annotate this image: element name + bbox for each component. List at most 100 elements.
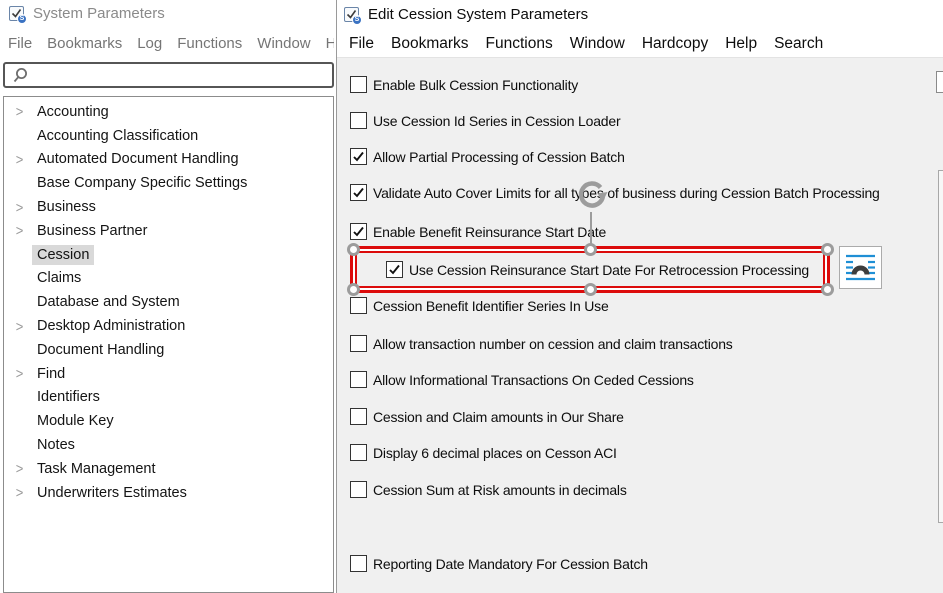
- annotation-handle[interactable]: [347, 243, 360, 256]
- right-menu-bookmarks[interactable]: Bookmarks: [391, 33, 469, 55]
- annotation-handle[interactable]: [821, 243, 834, 256]
- tree-item-label[interactable]: Accounting Classification: [32, 126, 203, 146]
- wrap-text-arch-icon: [845, 252, 876, 283]
- checkbox-label: Enable Bulk Cession Functionality: [373, 76, 578, 94]
- checkbox-checked[interactable]: [350, 184, 367, 201]
- left-menu-file[interactable]: File: [8, 34, 32, 54]
- checkbox-unchecked[interactable]: [350, 112, 367, 129]
- tree-item-desktop-administration[interactable]: > Desktop Administration: [4, 314, 333, 338]
- tree-item-label[interactable]: Business: [32, 197, 101, 217]
- tree-item-accounting[interactable]: > Accounting: [4, 100, 333, 124]
- checkbox-label: Allow Partial Processing of Cession Batc…: [373, 148, 625, 166]
- chevron-right-icon[interactable]: >: [12, 460, 27, 477]
- rotate-handle-icon[interactable]: [574, 179, 608, 213]
- chevron-right-icon[interactable]: >: [12, 151, 27, 168]
- app-badge-icon: S: [352, 15, 362, 25]
- system-parameters-window: S System Parameters File Bookmarks Log Func…: [0, 0, 336, 593]
- chevron-right-icon[interactable]: >: [12, 198, 27, 215]
- tree-item-notes[interactable]: Notes: [4, 433, 333, 457]
- search-icon: [11, 66, 29, 85]
- checkbox-label: Cession Benefit Identifier Series In Use: [373, 297, 609, 315]
- tree-item-module-key[interactable]: Module Key: [4, 409, 333, 433]
- tree-item-identifiers[interactable]: Identifiers: [4, 386, 333, 410]
- tree-item-task-management[interactable]: > Task Management: [4, 457, 333, 481]
- chevron-right-icon[interactable]: >: [12, 365, 27, 382]
- tree-item-label[interactable]: Module Key: [32, 411, 119, 431]
- search-box[interactable]: [3, 62, 334, 88]
- annotation-handle[interactable]: [584, 283, 597, 296]
- checkbox-unchecked[interactable]: [350, 444, 367, 461]
- tree-item-automated-document-handling[interactable]: > Automated Document Handling: [4, 148, 333, 172]
- checkbox-checked[interactable]: [350, 148, 367, 165]
- system-parameters-icon: S: [9, 6, 24, 21]
- left-menu-window[interactable]: Window: [257, 34, 310, 54]
- tree-item-label[interactable]: Business Partner: [32, 221, 152, 241]
- tree-item-underwriters-estimates[interactable]: > Underwriters Estimates: [4, 481, 333, 505]
- right-menu-search[interactable]: Search: [774, 33, 823, 55]
- tree-item-business[interactable]: > Business: [4, 195, 333, 219]
- chevron-right-icon[interactable]: >: [12, 103, 27, 120]
- left-menu-log[interactable]: Log: [137, 34, 162, 54]
- checkbox-unchecked[interactable]: [350, 555, 367, 572]
- right-menu-functions[interactable]: Functions: [486, 33, 553, 55]
- tree-item-label[interactable]: Database and System: [32, 292, 185, 312]
- search-input[interactable]: [29, 64, 332, 86]
- tree-item-label[interactable]: Claims: [32, 268, 86, 288]
- left-menu-hardcopy[interactable]: Hardcopy: [326, 34, 334, 54]
- tree-item-label[interactable]: Cession: [32, 245, 94, 265]
- tree-item-label[interactable]: Identifiers: [32, 387, 105, 407]
- checkbox-row-reporting-date-mandatory-for-cession-batch: Reporting Date Mandatory For Cession Bat…: [350, 555, 648, 573]
- checkbox-unchecked[interactable]: [350, 481, 367, 498]
- right-window-titlebar: S Edit Cession System Parameters: [344, 0, 943, 28]
- checkbox-label: Reporting Date Mandatory For Cession Bat…: [373, 555, 648, 573]
- tree-item-label[interactable]: Notes: [32, 435, 80, 455]
- tree-item-business-partner[interactable]: > Business Partner: [4, 219, 333, 243]
- checkbox-row-validate-auto-cover-limits-for-all-types-of-business-during-cession-batch-processing: Validate Auto Cover Limits for all types…: [350, 184, 880, 202]
- annotation-handle[interactable]: [347, 283, 360, 296]
- checkbox-row-allow-partial-processing-of-cession-batch: Allow Partial Processing of Cession Batc…: [350, 148, 625, 166]
- annotation-handle[interactable]: [584, 243, 597, 256]
- chevron-right-icon[interactable]: >: [12, 484, 27, 501]
- annotation-handle[interactable]: [821, 283, 834, 296]
- system-parameters-icon: S: [344, 7, 359, 22]
- tree-item-label[interactable]: Document Handling: [32, 340, 169, 360]
- clipped-checkbox[interactable]: [936, 71, 943, 93]
- checkbox-row-allow-transaction-number-on-cession-and-claim-transactions: Allow transaction number on cession and …: [350, 335, 733, 353]
- checkbox-unchecked[interactable]: [350, 76, 367, 93]
- checkbox-row-allow-informational-transactions-on-ceded-cessions: Allow Informational Transactions On Cede…: [350, 371, 694, 389]
- checkbox-unchecked[interactable]: [350, 408, 367, 425]
- checkbox-unchecked[interactable]: [350, 371, 367, 388]
- checkbox-label: Enable Benefit Reinsurance Start Date: [373, 223, 606, 241]
- tree-item-label[interactable]: Underwriters Estimates: [32, 483, 192, 503]
- checkbox-label: Validate Auto Cover Limits for all types…: [373, 184, 880, 202]
- left-menu-bookmarks[interactable]: Bookmarks: [47, 34, 122, 54]
- right-menu-hardcopy[interactable]: Hardcopy: [642, 33, 708, 55]
- checkbox-label: Cession and Claim amounts in Our Share: [373, 408, 624, 426]
- tree-item-find[interactable]: > Find: [4, 362, 333, 386]
- left-window-title: System Parameters: [33, 5, 165, 22]
- checkbox-unchecked[interactable]: [350, 335, 367, 352]
- chevron-right-icon[interactable]: >: [12, 317, 27, 334]
- tree-item-cession[interactable]: Cession: [4, 243, 333, 267]
- tree-item-database-and-system[interactable]: Database and System: [4, 290, 333, 314]
- tree-item-label[interactable]: Desktop Administration: [32, 316, 190, 336]
- tree-item-base-company-specific-settings[interactable]: Base Company Specific Settings: [4, 171, 333, 195]
- right-menu-window[interactable]: Window: [570, 33, 625, 55]
- tree-item-label[interactable]: Task Management: [32, 459, 160, 479]
- tree-item-label[interactable]: Accounting: [32, 102, 114, 122]
- checkbox-checked[interactable]: [350, 223, 367, 240]
- right-menu-help[interactable]: Help: [725, 33, 757, 55]
- tree-item-label[interactable]: Find: [32, 364, 70, 384]
- checkbox-row-cession-benefit-identifier-series-in-use: Cession Benefit Identifier Series In Use: [350, 297, 609, 315]
- chevron-right-icon[interactable]: >: [12, 222, 27, 239]
- tree-item-document-handling[interactable]: Document Handling: [4, 338, 333, 362]
- tree-item-label[interactable]: Base Company Specific Settings: [32, 173, 252, 193]
- right-menu-bar: File Bookmarks Functions Window Hardcopy Help…: [349, 33, 823, 55]
- wrap-text-button[interactable]: [839, 246, 882, 289]
- tree-item-label[interactable]: Automated Document Handling: [32, 149, 244, 169]
- right-menu-file[interactable]: File: [349, 33, 374, 55]
- tree-item-accounting-classification[interactable]: Accounting Classification: [4, 124, 333, 148]
- checkbox-unchecked[interactable]: [350, 297, 367, 314]
- left-menu-functions[interactable]: Functions: [177, 34, 242, 54]
- tree-item-claims[interactable]: Claims: [4, 267, 333, 291]
